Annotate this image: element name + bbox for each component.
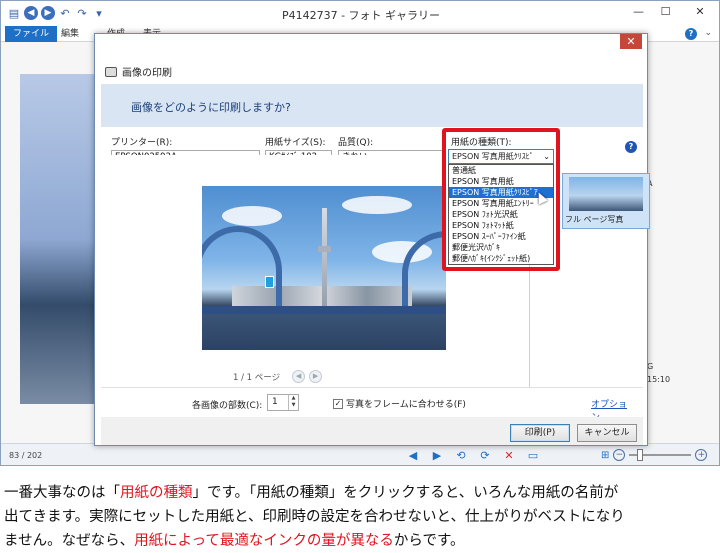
zoom-in-icon[interactable]: + <box>695 449 708 461</box>
photo-tools: ◀ ▶ ⟲ ⟳ ✕ ▭ <box>406 449 540 462</box>
caption-line-2: 出てきます。実際にセットした用紙と、印刷時の設定を合わせないと、仕上がりがベスト… <box>4 509 625 525</box>
copies-row: 各画像の部数(C): 1 ▲▼ ✓ 写真をフレームに合わせる(F) オプション.… <box>101 387 643 423</box>
paper-option[interactable]: EPSON ﾌｫﾄ光沢紙 <box>449 209 553 220</box>
caption-line-3: ません。なぜなら、用紙によって最適なインクの量が異なるからです。 <box>4 529 716 553</box>
caption-part: 一番大事なのは「 <box>4 485 120 501</box>
next-icon[interactable]: ▶ <box>430 449 444 462</box>
photo-preview <box>20 74 100 404</box>
slideshow-icon[interactable]: ▭ <box>526 449 540 462</box>
copies-value: 1 <box>272 397 278 407</box>
printer-icon <box>105 66 117 77</box>
paper-type-value: EPSON 写真用紙ｸﾘｽﾋﾟ <box>452 152 534 161</box>
tab-file[interactable]: ファイル <box>5 26 58 42</box>
layout-label: フル ページ写真 <box>565 215 624 224</box>
copies-label: 各画像の部数(C): <box>192 401 263 411</box>
paper-option[interactable]: 郵便ﾊｶﾞｷ(ｲﾝｸｼﾞｪｯﾄ紙) <box>449 253 553 264</box>
help-icon[interactable]: ? <box>625 141 637 153</box>
paper-type-label: 用紙の種類(T): <box>451 138 512 148</box>
maximize-icon[interactable]: ☐ <box>652 1 679 21</box>
caption-highlight: 用紙の種類 <box>120 485 193 501</box>
layout-full-page[interactable]: フル ページ写真 <box>562 173 650 229</box>
caption-highlight: 用紙によって最適なインクの量が異なる <box>134 533 394 549</box>
ribbon-expand-icon[interactable]: ⌄ <box>704 28 712 38</box>
checkbox-icon[interactable]: ✓ <box>333 398 343 409</box>
page-indicator: 1 / 1 ページ <box>233 372 281 383</box>
quality-label: 品質(Q): <box>338 138 374 148</box>
caption-part: ません。なぜなら、 <box>4 533 135 549</box>
minimize-icon[interactable]: — <box>625 1 652 21</box>
paper-size-label: 用紙サイズ(S): <box>265 138 326 148</box>
actual-size-icon[interactable]: ⊞ <box>601 450 609 461</box>
caption-text: 一番大事なのは「用紙の種類」です。「用紙の種類」をクリックすると、いろんな用紙の… <box>4 481 716 553</box>
tab-edit[interactable]: 編集 <box>53 26 87 42</box>
tower <box>322 208 327 318</box>
bridge <box>202 306 446 314</box>
paper-option[interactable]: EPSON ｽｰﾊﾟｰﾌｧｲﾝ紙 <box>449 231 553 242</box>
chevron-down-icon: ⌄ <box>543 152 550 161</box>
window-controls: — ☐ ✕ <box>625 1 719 21</box>
printer-label: プリンター(R): <box>111 138 173 148</box>
fit-to-frame-checkbox[interactable]: ✓ 写真をフレームに合わせる(F) <box>333 397 466 410</box>
paper-option[interactable]: 郵便光沢ﾊｶﾞｷ <box>449 242 553 253</box>
paper-type-select[interactable]: EPSON 写真用紙ｸﾘｽﾋﾟ ⌄ <box>448 149 554 164</box>
cancel-button[interactable]: キャンセル <box>577 424 637 442</box>
fit-to-frame-label: 写真をフレームに合わせる(F) <box>346 400 466 410</box>
rotate-left-icon[interactable]: ⟲ <box>454 449 468 462</box>
title-bar: ▤ ◀ ▶ ↶ ↷ ▾ P4142737 - フォト ギャラリー — ☐ ✕ <box>1 1 719 26</box>
paper-option[interactable]: 普通紙 <box>449 165 553 176</box>
dialog-title-text: 画像の印刷 <box>122 68 172 79</box>
selection-marker-icon <box>265 276 274 288</box>
delete-icon[interactable]: ✕ <box>502 449 516 462</box>
caption-line-1: 一番大事なのは「用紙の種類」です。「用紙の種類」をクリックすると、いろんな用紙の… <box>4 481 716 505</box>
photo-counter: 83 / 202 <box>9 451 43 460</box>
info-time: 15:10 <box>647 375 671 384</box>
copies-stepper[interactable]: 1 ▲ ▼ <box>267 394 299 411</box>
previous-icon[interactable]: ◀ <box>406 449 420 462</box>
zoom-control: ⊞ − + <box>601 449 708 461</box>
close-icon[interactable]: ✕ <box>620 34 642 49</box>
rotate-right-icon[interactable]: ⟳ <box>478 449 492 462</box>
print-dialog: ✕ 画像の印刷 画像をどのように印刷しますか? プリンター(R): EPSON0… <box>94 33 650 446</box>
caption-part: 」です。「用紙の種類」をクリックすると、いろんな用紙の名前が <box>192 485 619 501</box>
prev-page-icon[interactable]: ◀ <box>292 370 306 383</box>
window-close-icon[interactable]: ✕ <box>679 1 719 21</box>
paper-option[interactable]: EPSON ﾌｫﾄﾏｯﾄ紙 <box>449 220 553 231</box>
dialog-header: 画像をどのように印刷しますか? <box>101 84 643 127</box>
layout-thumbnail <box>569 177 643 211</box>
dialog-question: 画像をどのように印刷しますか? <box>131 101 291 114</box>
page-navigator: 1 / 1 ページ ◀ ▶ <box>233 370 323 383</box>
next-page-icon[interactable]: ▶ <box>309 370 323 383</box>
paper-type-options: 普通紙 EPSON 写真用紙 EPSON 写真用紙ｸﾘｽﾋﾟｱ EPSON 写真… <box>448 164 554 265</box>
window-title: P4142737 - フォト ギャラリー <box>281 9 441 22</box>
print-button[interactable]: 印刷(P) <box>510 424 570 442</box>
dialog-footer: 印刷(P) キャンセル <box>101 417 643 445</box>
status-bar: 83 / 202 ◀ ▶ ⟲ ⟳ ✕ ▭ ⊞ − + <box>1 443 719 465</box>
help-icon[interactable]: ? <box>685 28 697 40</box>
zoom-slider-thumb[interactable] <box>637 449 644 461</box>
paper-option[interactable]: EPSON 写真用紙 <box>449 176 553 187</box>
print-preview-image <box>202 186 446 350</box>
zoom-out-icon[interactable]: − <box>613 449 626 461</box>
stepper-arrows-icon[interactable]: ▲ ▼ <box>288 395 298 410</box>
zoom-slider[interactable] <box>629 449 692 461</box>
caption-part: からです。 <box>393 533 465 549</box>
dialog-title: 画像の印刷 <box>105 64 172 79</box>
